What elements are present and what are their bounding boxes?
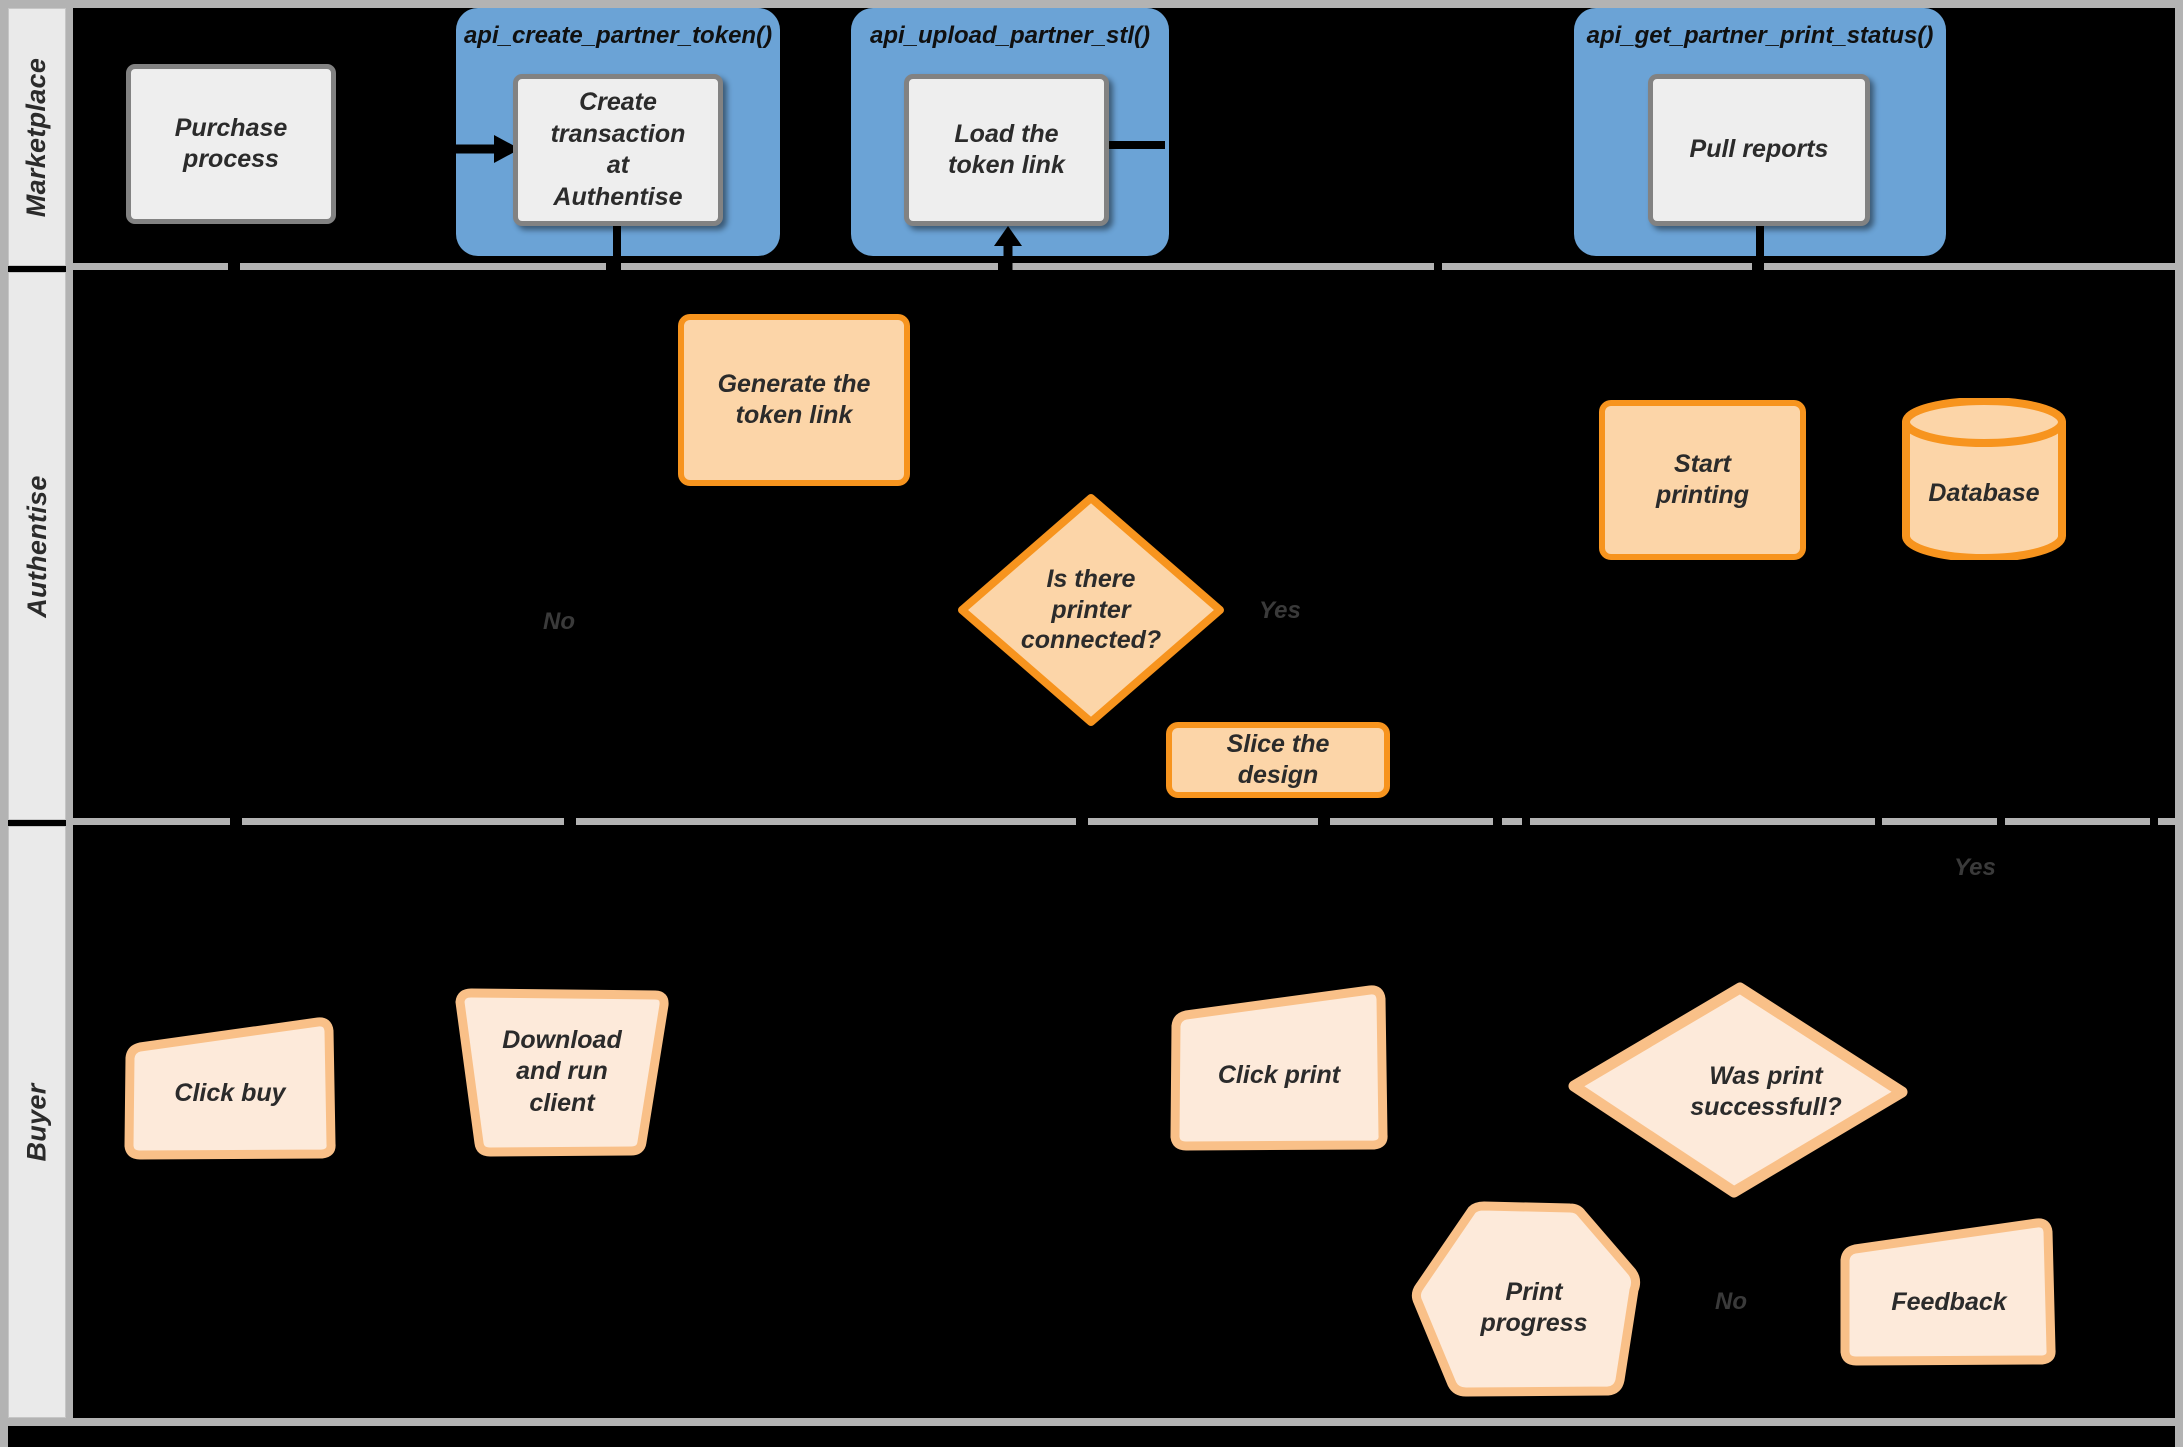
node-is-printer-connected[interactable]: Is there printer connected? (958, 494, 1224, 726)
lane-divider-marketplace-authentise-seg3 (618, 263, 998, 270)
node-label: Is there printer connected? (1020, 565, 1162, 655)
lane-header-authentise: Authentise (8, 272, 66, 820)
connector-cross-divider-1434 (1434, 252, 1442, 276)
node-label: Purchase process (174, 113, 288, 174)
lane-divider-authentise-buyer-seg1 (73, 818, 230, 825)
lane-divider-marketplace-authentise-seg1 (73, 263, 228, 270)
lane-label-marketplace: Marketplace (21, 57, 52, 217)
frame-right-border (2175, 0, 2183, 1447)
lane-divider-authentise-buyer-seg6 (1502, 818, 1522, 825)
lane-divider-authentise-buyer-seg8 (1882, 818, 1997, 825)
lane-label-authentise: Authentise (21, 474, 52, 618)
frame-bottom-border (0, 1418, 2183, 1426)
arrow-up-into-load-token-link (994, 226, 1022, 281)
node-create-transaction[interactable]: Create transaction at Authentise (513, 74, 723, 226)
node-was-print-successful[interactable]: Was print successfull? (1568, 982, 1908, 1198)
node-label: Click buy (174, 1079, 286, 1108)
node-load-token-link[interactable]: Load the token link (904, 74, 1109, 226)
arrow-purchase-to-create-transaction (450, 135, 520, 163)
node-label: Start printing (1655, 449, 1750, 509)
lane-divider-marketplace-authentise-seg4 (1010, 263, 1752, 270)
edge-label-no-printer: No (543, 608, 575, 635)
node-print-progress[interactable]: Print progress (1410, 1201, 1646, 1398)
node-feedback[interactable]: Feedback (1838, 1218, 2060, 1368)
connector-pull-reports-down (1756, 226, 1764, 276)
api-phase-label: api_upload_partner_stl() (869, 22, 1151, 49)
lane-divider-authentise-buyer-seg9 (2005, 818, 2150, 825)
node-label: Generate the token link (717, 369, 871, 429)
node-label: Load the token link (948, 119, 1065, 180)
lane-divider-authentise-buyer-seg4 (1088, 818, 1318, 825)
node-click-print[interactable]: Click print (1168, 980, 1390, 1152)
node-purchase-process[interactable]: Purchase process (126, 64, 336, 224)
node-label: Database (1928, 478, 2040, 507)
lane-label-buyer: Buyer (21, 1082, 52, 1162)
frame-left-border (0, 0, 8, 1447)
lane-divider-authentise-buyer-seg2 (242, 818, 564, 825)
lane-divider-authentise-buyer-seg7 (1530, 818, 1875, 825)
node-database[interactable]: Database (1901, 397, 2067, 562)
node-pull-reports[interactable]: Pull reports (1648, 74, 1870, 226)
edge-label-no-print: No (1715, 1288, 1747, 1315)
api-phase-label: api_get_partner_print_status() (1586, 22, 1934, 49)
connector-load-token-link-right (1109, 141, 1165, 149)
connector-purchase-process-down (228, 250, 236, 276)
api-phase-label: api_create_partner_token() (463, 22, 773, 49)
node-label: Pull reports (1689, 135, 1829, 164)
connector-create-transaction-down (613, 226, 621, 276)
node-generate-token-link[interactable]: Generate the token link (678, 314, 910, 486)
node-label: Feedback (1891, 1288, 2007, 1317)
node-label: Create transaction at Authentise (550, 88, 686, 211)
lane-divider-marketplace-authentise-seg5 (1764, 263, 2175, 270)
lane-divider-authentise-buyer-seg5 (1330, 818, 1493, 825)
swimlane-diagram: Marketplace Authentise Buyer api_create_… (0, 0, 2183, 1447)
node-click-buy[interactable]: Click buy (122, 1000, 338, 1160)
lane-column-rule (66, 8, 73, 1420)
lane-header-buyer: Buyer (8, 826, 66, 1418)
node-label: Was print successfull? (1690, 1061, 1842, 1121)
lane-header-marketplace: Marketplace (8, 8, 66, 266)
frame-top-border (0, 0, 2183, 8)
lane-divider-authentise-buyer-seg10 (2158, 818, 2175, 825)
node-label: Slice the design (1226, 729, 1330, 789)
lane-divider-authentise-buyer-seg3 (576, 818, 1076, 825)
lane-divider-marketplace-authentise-seg2 (240, 263, 606, 270)
edge-label-yes-printer: Yes (1259, 597, 1301, 624)
node-start-printing[interactable]: Start printing (1599, 400, 1806, 560)
node-slice-the-design[interactable]: Slice the design (1166, 722, 1390, 798)
node-download-run-client[interactable]: Download and run client (452, 986, 672, 1158)
node-label: Print progress (1480, 1277, 1588, 1337)
edge-label-yes-print: Yes (1954, 854, 1996, 881)
node-label: Download and run client (502, 1026, 622, 1117)
node-label: Click print (1217, 1061, 1341, 1090)
